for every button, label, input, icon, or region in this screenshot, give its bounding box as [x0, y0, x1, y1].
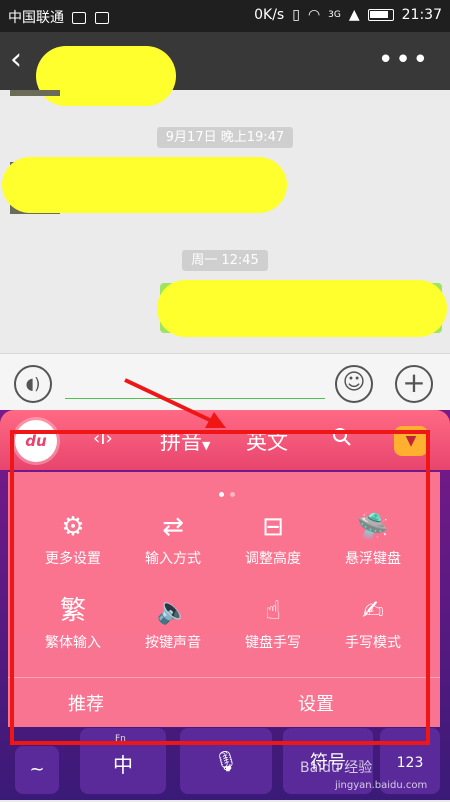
timestamp-chip: 周一 12:45: [182, 250, 268, 271]
timestamp-chip: 9月17日 晚上19:47: [156, 127, 294, 148]
emoji-button[interactable]: ☺: [335, 365, 373, 403]
image-icon: [72, 12, 87, 24]
wifi-icon: ◠: [307, 7, 321, 23]
signal-type: 3G: [328, 10, 341, 20]
voice-input-button[interactable]: ◖): [14, 365, 52, 403]
annotation-highlight-box: [10, 430, 430, 745]
chat-title-bar: ‹ •••: [0, 32, 450, 106]
message-input-bar: ◖) ☺ +: [0, 353, 450, 411]
plus-icon: +: [402, 366, 426, 399]
notification-icon: [94, 12, 109, 24]
carrier-label: 中国联通: [8, 10, 64, 26]
key-tilde[interactable]: ~: [15, 746, 59, 794]
network-speed: 0K/s: [254, 7, 285, 23]
smiley-icon: ☺: [342, 370, 366, 395]
avatar[interactable]: [10, 90, 60, 96]
microphone-icon: 🎙: [213, 749, 239, 773]
watermark: Baidu 经验: [300, 760, 373, 776]
message-input[interactable]: [65, 398, 325, 399]
clock: 21:37: [401, 7, 442, 23]
voice-icon: ◖): [25, 374, 41, 393]
more-functions-button[interactable]: +: [395, 365, 433, 403]
watermark-site: jingyan.baidu.com: [335, 780, 428, 791]
signal-icon: ▲: [348, 7, 360, 23]
redacted-message-bubble[interactable]: [2, 157, 287, 213]
battery-icon: [367, 9, 394, 21]
redacted-message-bubble[interactable]: [157, 280, 447, 337]
status-bar: 中国联通 0K/s ▯ ◠ 3G ▲ 21:37: [0, 0, 450, 32]
more-options-button[interactable]: •••: [378, 47, 430, 73]
vibrate-icon: ▯: [292, 7, 300, 23]
